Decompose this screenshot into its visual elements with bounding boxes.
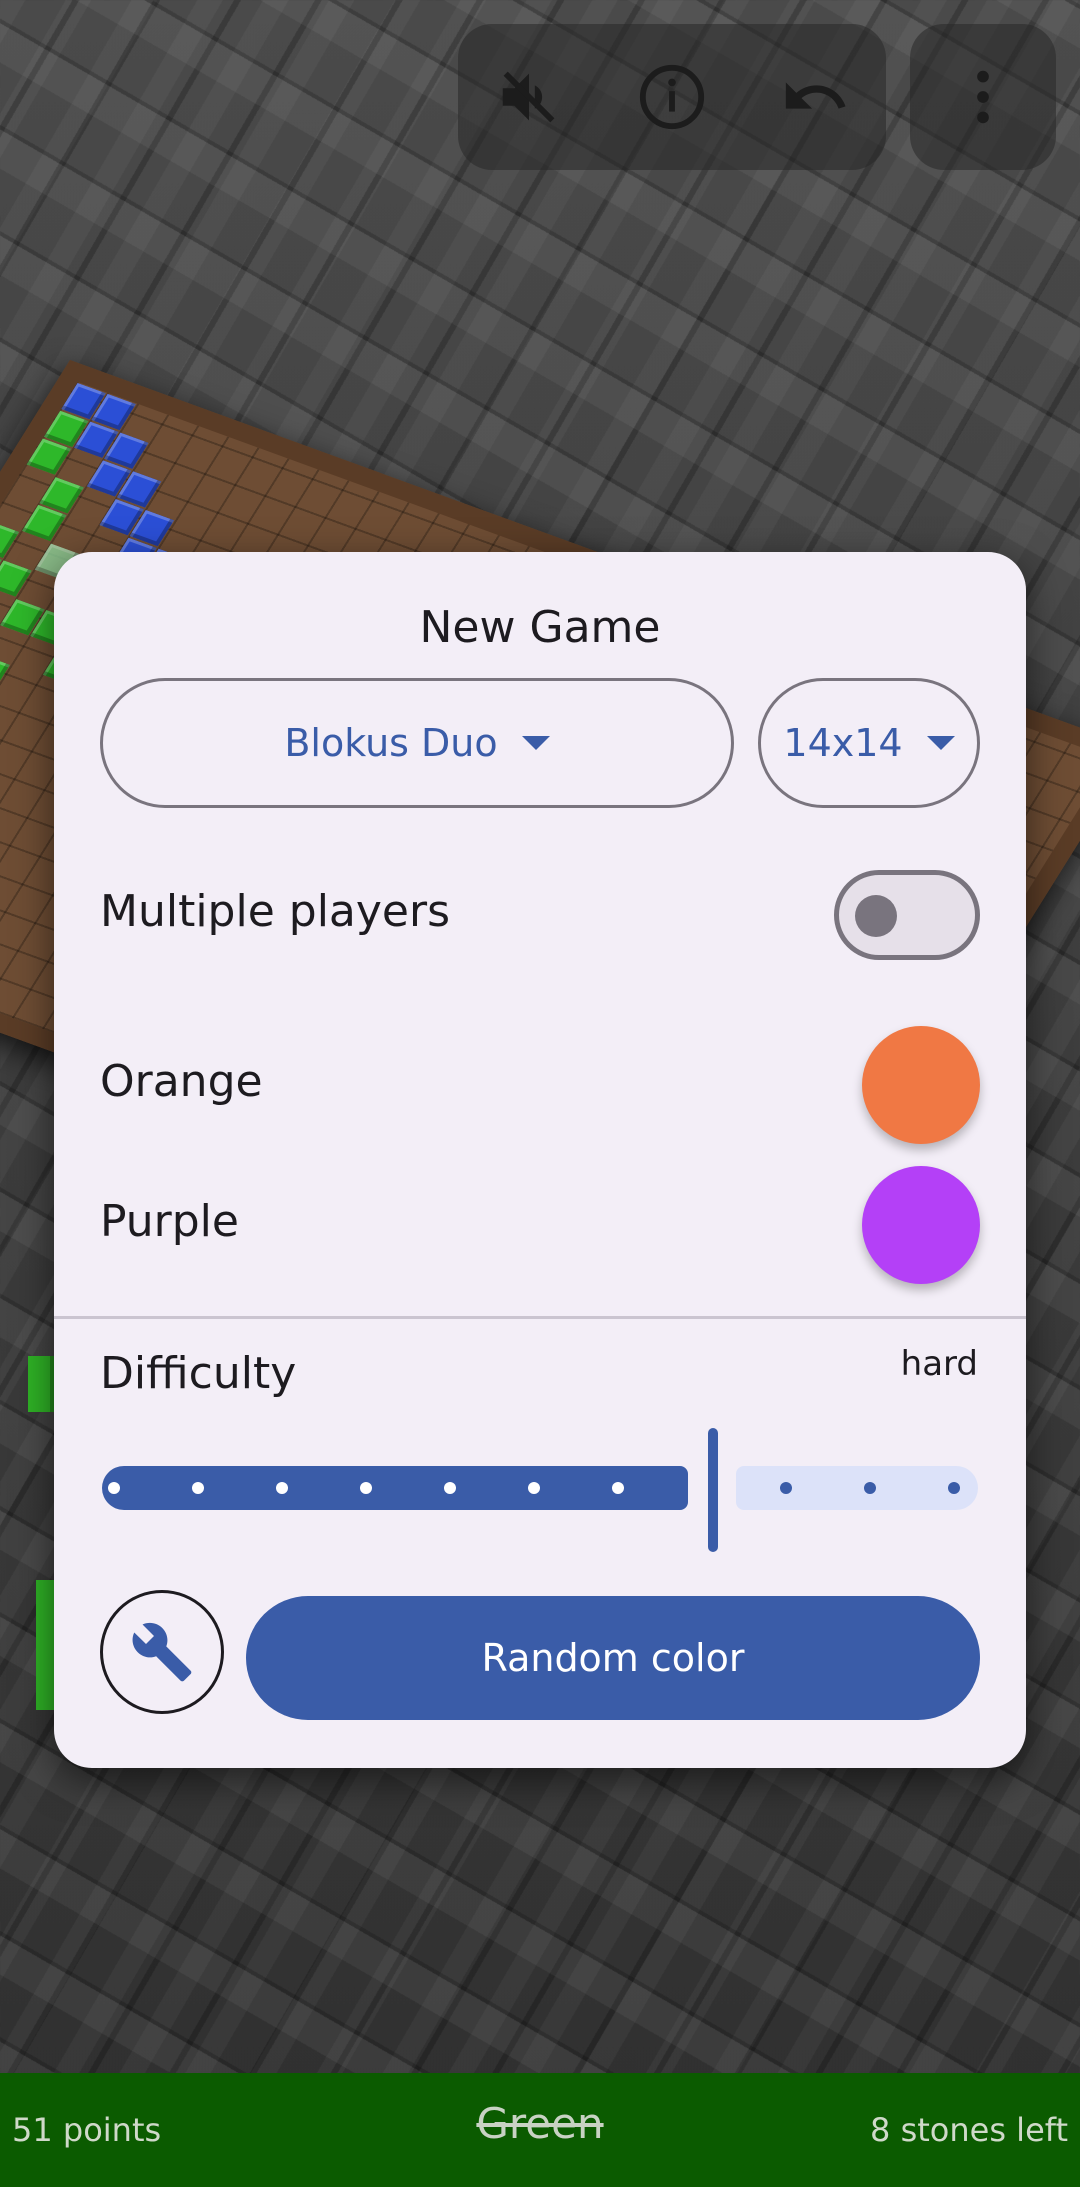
stones-left-text: 8 stones left	[870, 2111, 1068, 2149]
dialog-title: New Game	[419, 602, 661, 653]
status-bar: 51 points Green 8 stones left	[0, 2073, 1080, 2187]
board-size-value: 14x14	[783, 721, 903, 765]
more-vert-icon[interactable]	[945, 59, 1021, 135]
slider-tick	[948, 1482, 960, 1494]
slider-tick	[276, 1482, 288, 1494]
board-cell	[0, 654, 10, 691]
board-piece-green	[28, 1356, 54, 1412]
board-size-dropdown[interactable]: 14x14	[758, 678, 980, 808]
switch-thumb	[855, 895, 897, 937]
board-cell	[0, 560, 32, 597]
divider	[54, 1316, 1026, 1319]
multiple-players-label: Multiple players	[100, 886, 451, 937]
player-purple-color-button[interactable]	[862, 1166, 980, 1284]
random-color-button[interactable]: Random color	[246, 1596, 980, 1720]
difficulty-slider-inactive-track[interactable]	[736, 1466, 978, 1510]
slider-tick	[192, 1482, 204, 1494]
overflow-menu-button[interactable]	[910, 24, 1056, 170]
chevron-down-icon	[521, 736, 550, 750]
player-purple-label: Purple	[100, 1196, 239, 1247]
slider-tick	[612, 1482, 624, 1494]
player-orange-label: Orange	[100, 1056, 263, 1107]
chevron-down-icon	[926, 736, 955, 750]
slider-tick	[780, 1482, 792, 1494]
volume-off-icon[interactable]	[491, 59, 567, 135]
difficulty-slider-thumb[interactable]	[708, 1428, 718, 1552]
slider-tick	[864, 1482, 876, 1494]
new-game-dialog: New Game Blokus Duo 14x14 Multiple playe…	[54, 552, 1026, 1768]
difficulty-label: Difficulty	[100, 1348, 297, 1399]
slider-tick	[360, 1482, 372, 1494]
game-mode-value: Blokus Duo	[284, 721, 498, 765]
top-toolbar	[458, 24, 886, 170]
slider-tick	[528, 1482, 540, 1494]
slider-tick	[108, 1482, 120, 1494]
slider-tick	[444, 1482, 456, 1494]
game-mode-dropdown[interactable]: Blokus Duo	[100, 678, 734, 808]
info-icon[interactable]	[634, 59, 710, 135]
difficulty-slider-active-track[interactable]	[102, 1466, 688, 1510]
multiple-players-switch[interactable]	[834, 870, 980, 960]
difficulty-value: hard	[900, 1344, 978, 1384]
player-orange-color-button[interactable]	[862, 1026, 980, 1144]
undo-icon[interactable]	[777, 59, 853, 135]
settings-button[interactable]	[100, 1590, 224, 1714]
board-cell	[0, 521, 20, 558]
wrench-icon	[132, 1622, 192, 1682]
